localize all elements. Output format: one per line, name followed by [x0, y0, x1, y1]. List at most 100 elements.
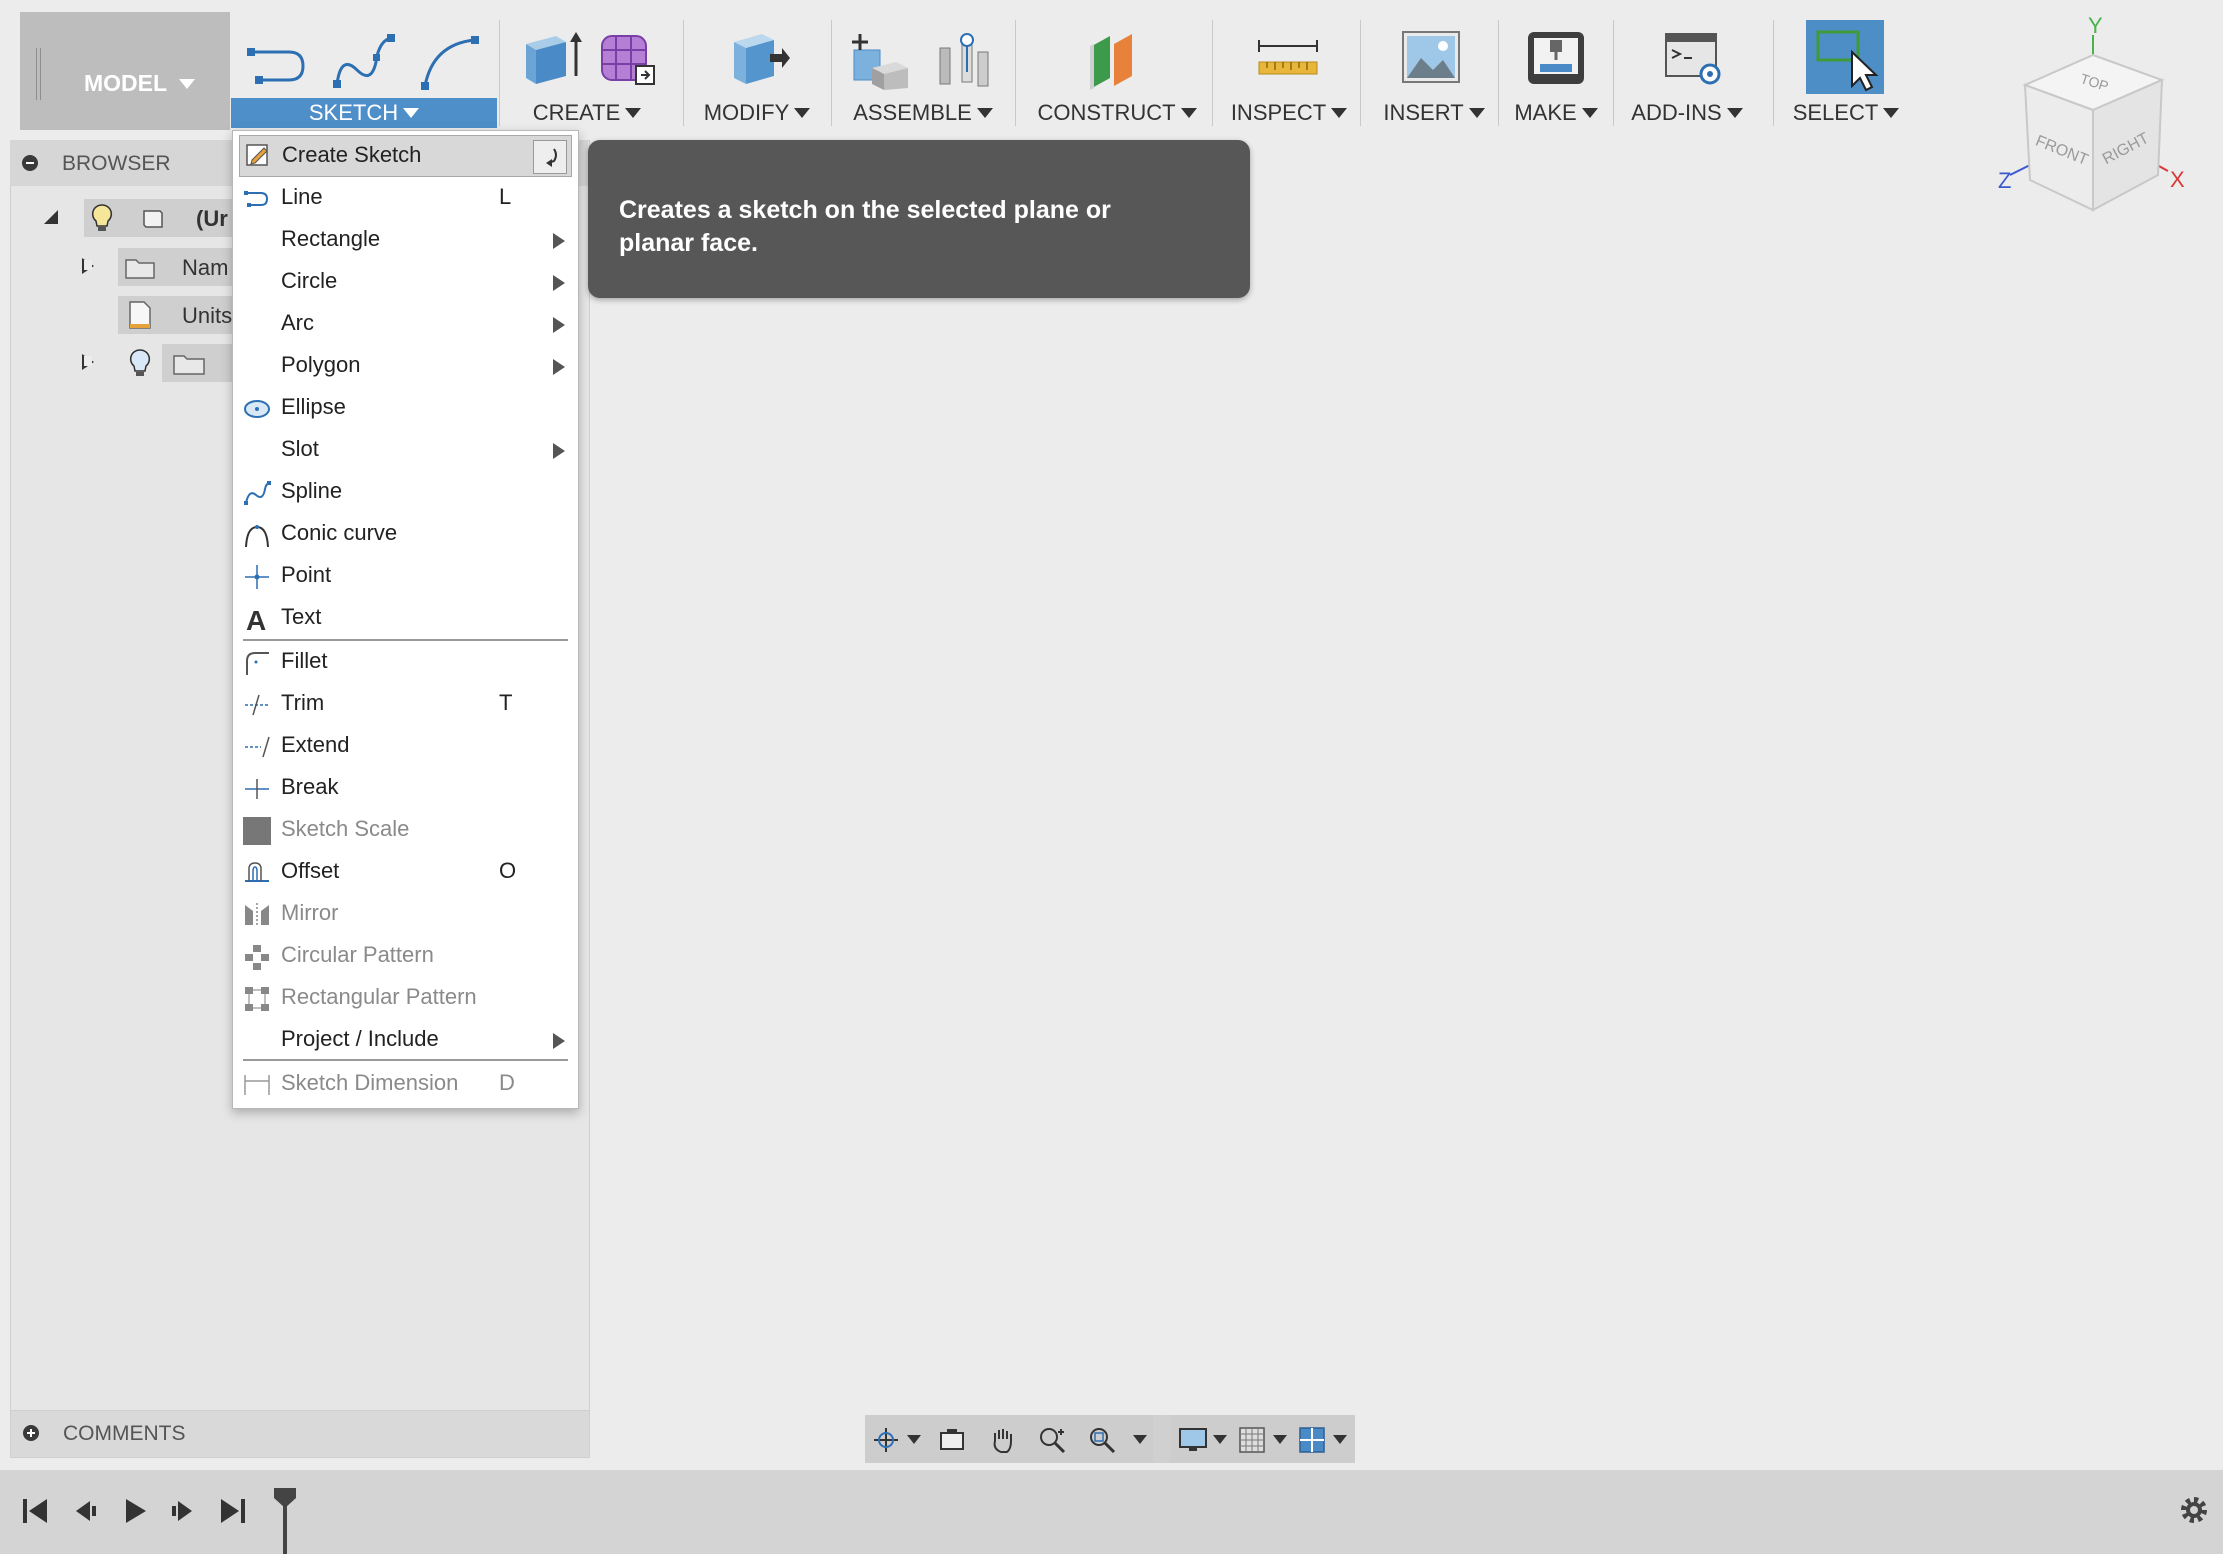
- spline-tool-icon[interactable]: [331, 30, 397, 94]
- pin-to-toolbar-icon[interactable]: [533, 140, 567, 174]
- assemble-group-label[interactable]: ASSEMBLE: [840, 98, 1006, 128]
- menu-item-spline[interactable]: Spline: [233, 471, 578, 513]
- menu-item-sketch-dimension[interactable]: Sketch Dimension D: [233, 1063, 578, 1105]
- create-group-label[interactable]: CREATE: [508, 98, 666, 128]
- play-icon[interactable]: [120, 1496, 150, 1526]
- gear-icon[interactable]: [2176, 1492, 2212, 1528]
- joint-icon[interactable]: [932, 28, 996, 90]
- menu-item-arc[interactable]: Arc: [233, 303, 578, 345]
- select-group[interactable]: SELECT: [1782, 12, 1910, 130]
- menu-item-rectangular-pattern[interactable]: Rectangular Pattern: [233, 977, 578, 1019]
- construct-group[interactable]: CONSTRUCT: [1024, 12, 1210, 130]
- submenu-arrow-icon: [553, 233, 565, 249]
- menu-item-mirror[interactable]: Mirror: [233, 893, 578, 935]
- offset-plane-icon[interactable]: [1086, 26, 1152, 90]
- menu-item-label: Trim: [281, 690, 325, 715]
- press-pull-icon[interactable]: [726, 26, 790, 88]
- viewports-icon[interactable]: [1297, 1425, 1327, 1453]
- construct-group-label[interactable]: CONSTRUCT: [1024, 98, 1210, 128]
- menu-item-label: Slot: [281, 436, 319, 461]
- menu-item-rectangle[interactable]: Rectangle: [233, 219, 578, 261]
- measure-icon[interactable]: [1255, 32, 1321, 88]
- menu-item-break[interactable]: Break: [233, 767, 578, 809]
- menu-item-text[interactable]: A Text: [233, 597, 578, 639]
- display-settings-icon[interactable]: [1177, 1425, 1207, 1453]
- comments-panel[interactable]: COMMENTS: [10, 1410, 590, 1458]
- viewports-menu-chevron-icon[interactable]: [1333, 1435, 1347, 1444]
- menu-item-line[interactable]: Line L: [233, 177, 578, 219]
- browser-item-units[interactable]: Units: [118, 296, 234, 334]
- menu-item-trim[interactable]: Trim T: [233, 683, 578, 725]
- sketch-group-label[interactable]: SKETCH: [231, 98, 497, 128]
- 3d-print-icon[interactable]: [1524, 26, 1588, 90]
- menu-item-polygon[interactable]: Polygon: [233, 345, 578, 387]
- inspect-group[interactable]: INSPECT: [1221, 12, 1357, 130]
- browser-item-named-views[interactable]: Nam: [118, 248, 234, 286]
- new-component-icon[interactable]: [850, 28, 914, 90]
- collapse-icon[interactable]: [22, 155, 38, 171]
- menu-item-project-include[interactable]: Project / Include: [233, 1019, 578, 1061]
- zoom-icon[interactable]: [1037, 1425, 1067, 1453]
- insert-group-label[interactable]: INSERT: [1369, 98, 1499, 128]
- pan-hand-icon[interactable]: [987, 1425, 1017, 1453]
- select-tool-button[interactable]: [1806, 20, 1884, 94]
- sketch-group[interactable]: SKETCH: [231, 12, 497, 130]
- menu-item-conic-curve[interactable]: Conic curve: [233, 513, 578, 555]
- toolbar-divider: [1212, 20, 1213, 126]
- expand-down-icon[interactable]: [44, 210, 58, 224]
- zoom-window-icon[interactable]: [1087, 1425, 1117, 1453]
- scripts-addins-icon[interactable]: [1662, 26, 1726, 90]
- display-menu-chevron-icon[interactable]: [1213, 1435, 1227, 1444]
- orbit-menu-chevron-icon[interactable]: [907, 1435, 921, 1444]
- lightbulb-icon[interactable]: [90, 203, 114, 233]
- browser-root-item[interactable]: (Ur: [84, 199, 234, 237]
- add-ins-group-label[interactable]: ADD-INS: [1622, 98, 1752, 128]
- expand-icon[interactable]: [23, 1425, 39, 1441]
- modify-group[interactable]: MODIFY: [692, 12, 822, 130]
- chevron-down-icon: [976, 108, 993, 118]
- insert-group[interactable]: INSERT: [1369, 12, 1499, 130]
- menu-item-circle[interactable]: Circle: [233, 261, 578, 303]
- step-forward-icon[interactable]: [168, 1496, 198, 1526]
- make-group-label[interactable]: MAKE: [1506, 98, 1606, 128]
- menu-item-extend[interactable]: Extend: [233, 725, 578, 767]
- timeline-marker[interactable]: [272, 1486, 298, 1554]
- menu-item-fillet[interactable]: Fillet: [233, 641, 578, 683]
- step-back-icon[interactable]: [70, 1496, 100, 1526]
- sketch-scale-icon: [243, 817, 271, 845]
- select-group-label[interactable]: SELECT: [1782, 98, 1910, 128]
- create-group[interactable]: CREATE: [508, 12, 666, 130]
- orbit-icon[interactable]: [871, 1425, 901, 1453]
- make-group[interactable]: MAKE: [1506, 12, 1606, 130]
- go-to-start-icon[interactable]: [20, 1496, 50, 1526]
- insert-image-icon[interactable]: [1399, 26, 1463, 90]
- component-icon: [143, 210, 163, 228]
- menu-item-sketch-scale[interactable]: Sketch Scale: [233, 809, 578, 851]
- line-tool-icon[interactable]: [245, 30, 311, 94]
- viewcube[interactable]: TOP FRONT RIGHT Y Z X: [1990, 15, 2195, 225]
- menu-item-label: Line: [281, 184, 323, 209]
- menu-item-point[interactable]: Point: [233, 555, 578, 597]
- form-icon[interactable]: [596, 26, 658, 88]
- browser-item-origin-folder[interactable]: [162, 344, 234, 382]
- grid-menu-chevron-icon[interactable]: [1273, 1435, 1287, 1444]
- extrude-icon[interactable]: [522, 26, 582, 88]
- sketch-dimension-icon: [244, 1075, 270, 1095]
- workspace-switcher-button[interactable]: MODEL: [20, 12, 230, 130]
- arc-tool-icon[interactable]: [417, 30, 483, 94]
- assemble-group[interactable]: ASSEMBLE: [840, 12, 1006, 130]
- menu-item-create-sketch[interactable]: Create Sketch: [239, 135, 572, 177]
- grid-icon[interactable]: [1237, 1425, 1267, 1453]
- menu-item-circular-pattern[interactable]: Circular Pattern: [233, 935, 578, 977]
- menu-item-offset[interactable]: Offset O: [233, 851, 578, 893]
- go-to-end-icon[interactable]: [218, 1496, 248, 1526]
- add-ins-group[interactable]: ADD-INS: [1622, 12, 1752, 130]
- menu-item-slot[interactable]: Slot: [233, 429, 578, 471]
- inspect-group-label[interactable]: INSPECT: [1221, 98, 1357, 128]
- look-at-icon[interactable]: [937, 1425, 967, 1453]
- menu-item-ellipse[interactable]: Ellipse: [233, 387, 578, 429]
- zoom-menu-chevron-icon[interactable]: [1133, 1435, 1147, 1444]
- menu-item-label: Arc: [281, 310, 314, 335]
- modify-group-label[interactable]: MODIFY: [692, 98, 822, 128]
- lightbulb-icon[interactable]: [128, 348, 152, 378]
